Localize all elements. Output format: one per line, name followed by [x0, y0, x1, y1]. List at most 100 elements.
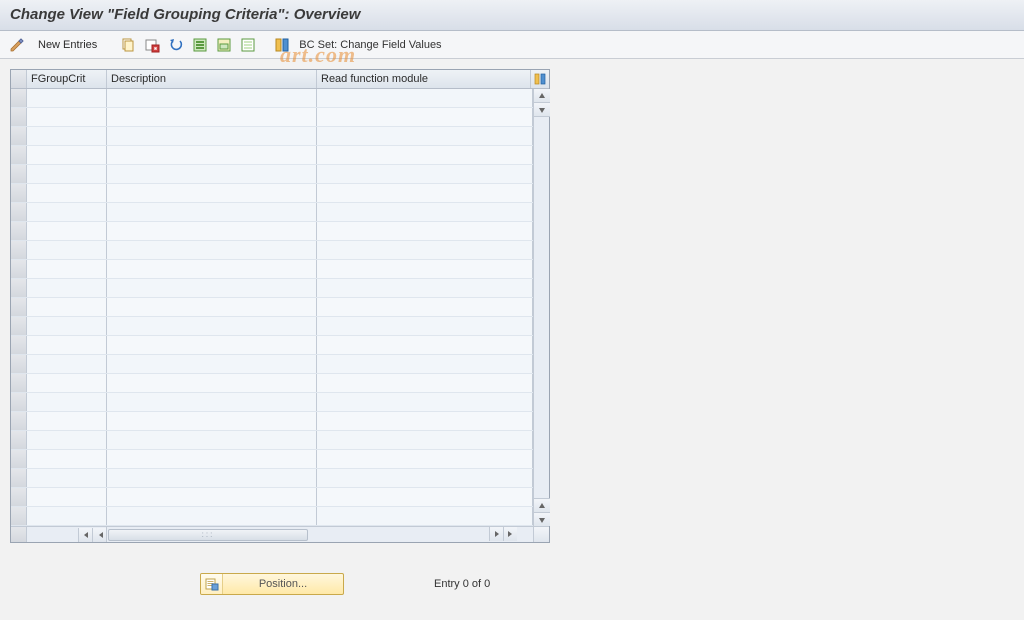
- table-row[interactable]: [11, 450, 533, 469]
- table-row[interactable]: [11, 507, 533, 526]
- cell-description[interactable]: [107, 393, 317, 411]
- cell-read-function-module[interactable]: [317, 412, 533, 430]
- cell-fgroupcrit[interactable]: [27, 222, 107, 240]
- row-selector[interactable]: [11, 203, 27, 221]
- cell-fgroupcrit[interactable]: [27, 146, 107, 164]
- vertical-scrollbar[interactable]: [533, 89, 549, 526]
- row-selector[interactable]: [11, 108, 27, 126]
- row-selector[interactable]: [11, 146, 27, 164]
- cell-description[interactable]: [107, 127, 317, 145]
- cell-description[interactable]: [107, 165, 317, 183]
- cell-description[interactable]: [107, 355, 317, 373]
- cell-read-function-module[interactable]: [317, 298, 533, 316]
- cell-fgroupcrit[interactable]: [27, 317, 107, 335]
- table-row[interactable]: [11, 412, 533, 431]
- cell-fgroupcrit[interactable]: [27, 241, 107, 259]
- row-selector[interactable]: [11, 298, 27, 316]
- select-block-icon[interactable]: [215, 36, 233, 54]
- cell-fgroupcrit[interactable]: [27, 507, 107, 525]
- cell-fgroupcrit[interactable]: [27, 469, 107, 487]
- cell-description[interactable]: [107, 279, 317, 297]
- cell-description[interactable]: [107, 450, 317, 468]
- cell-fgroupcrit[interactable]: [27, 108, 107, 126]
- cell-read-function-module[interactable]: [317, 165, 533, 183]
- cell-description[interactable]: [107, 469, 317, 487]
- cell-description[interactable]: [107, 507, 317, 525]
- scroll-down-icon[interactable]: [534, 512, 550, 526]
- table-row[interactable]: [11, 146, 533, 165]
- cell-fgroupcrit[interactable]: [27, 393, 107, 411]
- scroll-right-icon[interactable]: [503, 527, 517, 541]
- undo-change-icon[interactable]: [167, 36, 185, 54]
- table-row[interactable]: [11, 260, 533, 279]
- table-row[interactable]: [11, 431, 533, 450]
- row-selector[interactable]: [11, 260, 27, 278]
- cell-fgroupcrit[interactable]: [27, 412, 107, 430]
- cell-description[interactable]: [107, 184, 317, 202]
- scroll-up-icon[interactable]: [534, 89, 550, 103]
- cell-read-function-module[interactable]: [317, 241, 533, 259]
- position-button[interactable]: Position...: [200, 573, 344, 595]
- cell-fgroupcrit[interactable]: [27, 260, 107, 278]
- row-selector[interactable]: [11, 317, 27, 335]
- column-header-read-function-module[interactable]: Read function module: [317, 70, 531, 88]
- cell-fgroupcrit[interactable]: [27, 298, 107, 316]
- table-row[interactable]: [11, 165, 533, 184]
- toggle-display-change-icon[interactable]: [8, 36, 26, 54]
- row-selector[interactable]: [11, 450, 27, 468]
- row-selector[interactable]: [11, 469, 27, 487]
- row-selector[interactable]: [11, 507, 27, 525]
- table-row[interactable]: [11, 203, 533, 222]
- hscroll-track[interactable]: :::: [107, 527, 489, 542]
- row-selector[interactable]: [11, 222, 27, 240]
- cell-read-function-module[interactable]: [317, 260, 533, 278]
- select-all-column-header[interactable]: [11, 70, 27, 88]
- table-settings-icon[interactable]: [531, 70, 549, 88]
- table-row[interactable]: [11, 127, 533, 146]
- cell-read-function-module[interactable]: [317, 469, 533, 487]
- cell-fgroupcrit[interactable]: [27, 203, 107, 221]
- row-selector[interactable]: [11, 355, 27, 373]
- cell-description[interactable]: [107, 222, 317, 240]
- cell-description[interactable]: [107, 412, 317, 430]
- cell-read-function-module[interactable]: [317, 393, 533, 411]
- cell-read-function-module[interactable]: [317, 184, 533, 202]
- cell-description[interactable]: [107, 336, 317, 354]
- cell-fgroupcrit[interactable]: [27, 336, 107, 354]
- cell-read-function-module[interactable]: [317, 355, 533, 373]
- cell-fgroupcrit[interactable]: [27, 450, 107, 468]
- select-all-icon[interactable]: [191, 36, 209, 54]
- table-row[interactable]: [11, 89, 533, 108]
- cell-description[interactable]: [107, 241, 317, 259]
- cell-read-function-module[interactable]: [317, 279, 533, 297]
- row-selector[interactable]: [11, 431, 27, 449]
- cell-read-function-module[interactable]: [317, 89, 533, 107]
- bcset-change-field-values-button[interactable]: BC Set: Change Field Values: [299, 39, 441, 51]
- row-selector[interactable]: [11, 184, 27, 202]
- copy-as-icon[interactable]: [119, 36, 137, 54]
- table-row[interactable]: [11, 184, 533, 203]
- scroll-up-small-icon[interactable]: [534, 498, 550, 512]
- table-row[interactable]: [11, 488, 533, 507]
- row-selector[interactable]: [11, 279, 27, 297]
- configuration-icon[interactable]: [273, 36, 291, 54]
- cell-description[interactable]: [107, 317, 317, 335]
- row-selector[interactable]: [11, 336, 27, 354]
- cell-fgroupcrit[interactable]: [27, 279, 107, 297]
- cell-fgroupcrit[interactable]: [27, 127, 107, 145]
- cell-fgroupcrit[interactable]: [27, 89, 107, 107]
- cell-read-function-module[interactable]: [317, 146, 533, 164]
- cell-read-function-module[interactable]: [317, 203, 533, 221]
- row-selector[interactable]: [11, 374, 27, 392]
- column-header-description[interactable]: Description: [107, 70, 317, 88]
- cell-fgroupcrit[interactable]: [27, 488, 107, 506]
- row-selector[interactable]: [11, 89, 27, 107]
- cell-description[interactable]: [107, 89, 317, 107]
- new-entries-button[interactable]: New Entries: [32, 37, 103, 53]
- cell-read-function-module[interactable]: [317, 450, 533, 468]
- cell-read-function-module[interactable]: [317, 222, 533, 240]
- row-selector[interactable]: [11, 393, 27, 411]
- cell-fgroupcrit[interactable]: [27, 165, 107, 183]
- cell-read-function-module[interactable]: [317, 108, 533, 126]
- row-selector[interactable]: [11, 412, 27, 430]
